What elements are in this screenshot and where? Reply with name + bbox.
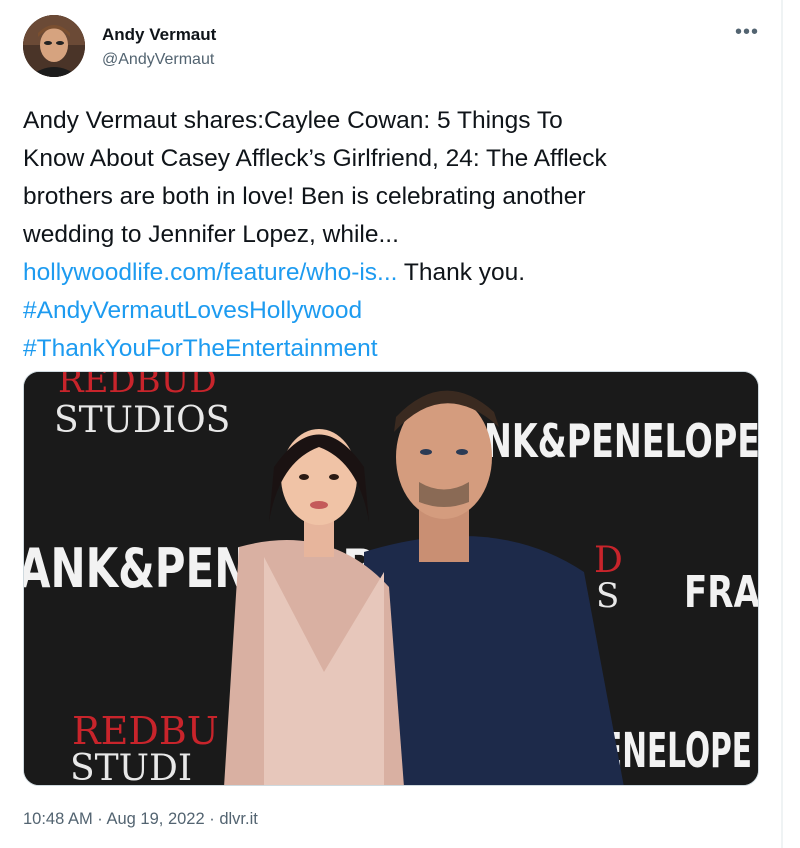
backdrop-text: STUDIOS — [54, 400, 230, 441]
backdrop-text: NK&PENELOPE — [484, 414, 759, 468]
article-link[interactable]: hollywoodlife.com/feature/who-is... — [23, 259, 397, 286]
tweet-card: Andy Vermaut @AndyVermaut ••• Andy Verma… — [0, 0, 800, 848]
thank-you-text: Thank you. — [397, 259, 526, 286]
tweet-text-line: Know About Casey Affleck’s Girlfriend, 2… — [23, 145, 607, 172]
author-name[interactable]: Andy Vermaut — [102, 25, 216, 45]
backdrop-text: S — [596, 576, 619, 616]
tweet-date[interactable]: Aug 19, 2022 — [106, 810, 204, 828]
backdrop-text: D — [594, 540, 623, 581]
photo-image: REDBUD STUDIOS NK&PENELOPE ANK&PENE PE D… — [24, 372, 759, 786]
backdrop-text: STUDI — [70, 748, 192, 786]
tweet-text-line: wedding to Jennifer Lopez, while... — [23, 221, 399, 248]
backdrop-text: REDBU — [72, 709, 219, 753]
backdrop-text: FRA — [684, 567, 759, 618]
meta-separator: · — [204, 810, 220, 828]
tweet-text-line: Andy Vermaut shares:Caylee Cowan: 5 Thin… — [23, 107, 563, 134]
tweet-meta: 10:48 AM · Aug 19, 2022 · dlvr.it — [23, 810, 258, 829]
author-handle[interactable]: @AndyVermaut — [102, 51, 214, 69]
tweet-text-line: brothers are both in love! Ben is celebr… — [23, 183, 586, 210]
more-horizontal-icon[interactable]: ••• — [733, 20, 761, 44]
backdrop-text: ENELOPE — [602, 723, 752, 779]
tweet-text: Andy Vermaut shares:Caylee Cowan: 5 Thin… — [23, 102, 773, 368]
avatar-image — [23, 15, 85, 77]
meta-separator: · — [92, 810, 107, 828]
hashtag-link[interactable]: #ThankYouForTheEntertainment — [23, 335, 378, 362]
backdrop-text: REDBUD — [58, 372, 217, 401]
tweet-photo[interactable]: REDBUD STUDIOS NK&PENELOPE ANK&PENE PE D… — [23, 371, 759, 786]
avatar[interactable] — [23, 15, 85, 77]
tweet-link-line: hollywoodlife.com/feature/who-is... Than… — [23, 254, 773, 292]
tweet-time[interactable]: 10:48 AM — [23, 810, 93, 828]
tweet-source[interactable]: dlvr.it — [219, 810, 258, 828]
hashtag-link[interactable]: #AndyVermautLovesHollywood — [23, 297, 362, 324]
